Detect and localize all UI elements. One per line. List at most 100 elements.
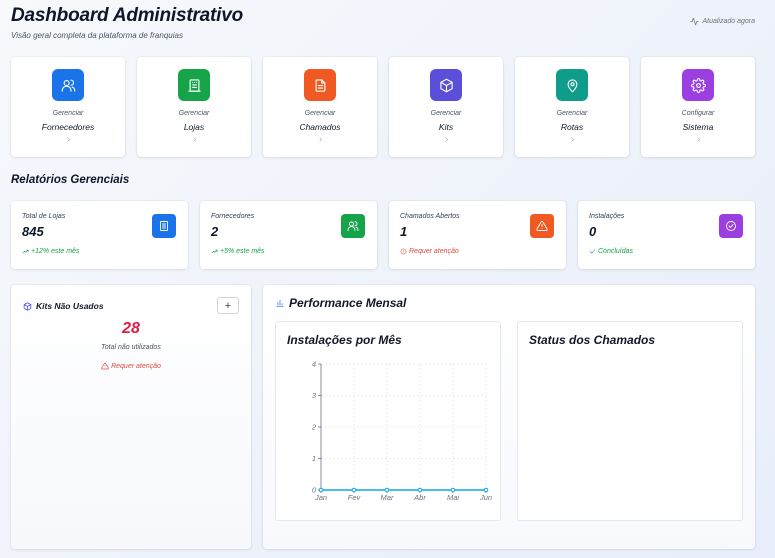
x-tick-label: Jan [314, 493, 327, 502]
quick-icon-box [304, 69, 336, 101]
document-icon [315, 78, 325, 92]
quick-action-target: Sistema [682, 122, 714, 132]
stat-value: 845 [22, 224, 44, 239]
alert-triangle-icon [536, 221, 548, 231]
stat-icon-box [719, 214, 743, 238]
y-tick-label: 2 [311, 423, 317, 432]
quick-action-target: Rotas [560, 122, 584, 132]
kits-count: 28 [122, 320, 140, 337]
stat-label: Fornecedores [211, 213, 255, 220]
quick-action-target: Lojas [183, 122, 205, 132]
kits-title: Kits Não Usados [23, 301, 104, 311]
stat-foot-text: +5% este mês [220, 248, 265, 255]
performance-card: Performance Mensal Instalações por Mês 0… [263, 285, 755, 549]
page-title: Dashboard Administrativo [11, 5, 244, 26]
kits-warning: Requer atenção [11, 362, 251, 370]
chevron-right-icon [444, 137, 448, 142]
stat-foot-text: Concluídas [598, 248, 634, 255]
stat-icon-box [341, 214, 365, 238]
alert-triangle-icon [101, 362, 109, 370]
installations-line-chart: 01234Jan Fev Mar Abr Mai Jun [311, 360, 492, 503]
chevron-right-icon [318, 137, 322, 142]
section-title-reports: Relatórios Gerenciais [11, 174, 130, 186]
quick-action-sistema[interactable]: Configurar Sistema [641, 57, 755, 157]
data-point [450, 487, 456, 493]
quick-action-target: Fornecedores [41, 122, 95, 132]
building-icon [160, 221, 168, 231]
tickets-status-title: Status dos Chamados [529, 333, 656, 347]
stat-card-lojas[interactable]: Total de Lojas 845 +12% este mês [11, 201, 188, 269]
quick-action-verb: Gerenciar [556, 110, 588, 117]
activity-icon [690, 17, 700, 26]
x-tick-label: Jun [479, 493, 492, 502]
stat-foot-text: +12% este mês [31, 248, 80, 255]
stat-card-instalacoes[interactable]: Instalações 0 Concluídas [578, 201, 755, 269]
stat-icon-box [530, 214, 554, 238]
stat-foot-text: Requer atenção [409, 248, 459, 255]
stat-icon-box [152, 214, 176, 238]
chevron-right-icon [66, 137, 70, 142]
quick-action-verb: Gerenciar [304, 110, 336, 117]
check-icon [589, 249, 596, 254]
package-icon [23, 301, 32, 311]
kits-card: Kits Não Usados + 28 Total não utilizado… [11, 285, 251, 549]
quick-action-target: Kits [438, 122, 454, 132]
chevron-right-icon [192, 137, 196, 142]
updated-status: Atualizado agora [690, 17, 755, 26]
quick-action-kits[interactable]: Gerenciar Kits [389, 57, 503, 157]
users-icon [61, 79, 75, 92]
package-icon [439, 78, 453, 92]
quick-icon-box [430, 69, 462, 101]
quick-icon-box [682, 69, 714, 101]
stat-card-chamados[interactable]: Chamados Abertos 1 Requer atenção [389, 201, 566, 269]
quick-action-verb: Gerenciar [178, 110, 210, 117]
data-point [318, 487, 324, 493]
quick-icon-box [556, 69, 588, 101]
building-icon [187, 78, 201, 92]
add-kit-button[interactable]: + [217, 297, 239, 314]
stat-foot: Requer atenção [400, 248, 459, 255]
installations-chart-panel: Instalações por Mês 0 1 2 3 4 Jan Fev Mar Abr Mai… [275, 321, 501, 521]
x-tick-label: Abr [413, 493, 426, 502]
data-point [483, 487, 489, 493]
quick-actions: Gerenciar Fornecedores Gerenciar Lojas G… [11, 57, 766, 157]
stat-foot: +12% este mês [22, 248, 79, 255]
stat-foot: +5% este mês [211, 248, 265, 255]
updated-label: Atualizado agora [702, 18, 755, 25]
quick-action-verb: Gerenciar [52, 110, 84, 117]
quick-action-fornecedores[interactable]: Gerenciar Fornecedores [11, 57, 125, 157]
quick-icon-box [178, 69, 210, 101]
tickets-status-panel: Status dos Chamados [517, 321, 743, 521]
performance-title-text: Performance Mensal [289, 296, 407, 310]
y-tick-label: 1 [312, 454, 316, 463]
x-tick-label: Mai [447, 493, 459, 502]
quick-action-lojas[interactable]: Gerenciar Lojas [137, 57, 251, 157]
stat-label: Chamados Abertos [400, 213, 460, 220]
quick-action-target: Chamados [299, 122, 341, 132]
page-header: Dashboard Administrativo Visão geral com… [11, 5, 755, 45]
trend-up-icon [22, 249, 29, 254]
stats-row: Total de Lojas 845 +12% este mês Fornece… [11, 201, 766, 269]
quick-action-rotas[interactable]: Gerenciar Rotas [515, 57, 629, 157]
quick-action-chamados[interactable]: Gerenciar Chamados [263, 57, 377, 157]
gear-icon [690, 77, 706, 93]
stat-label: Total de Lojas [22, 213, 66, 220]
kits-title-text: Kits Não Usados [36, 301, 104, 311]
x-tick-label: Fev [348, 493, 362, 502]
users-icon [347, 221, 359, 231]
stat-card-fornecedores[interactable]: Fornecedores 2 +5% este mês [200, 201, 377, 269]
kits-caption: Total não utilizados [101, 344, 161, 351]
check-circle-icon [726, 221, 736, 231]
quick-action-verb: Gerenciar [430, 110, 462, 117]
data-point [417, 487, 423, 493]
quick-icon-box [52, 69, 84, 101]
stat-value: 2 [211, 224, 219, 239]
map-pin-icon [567, 78, 577, 92]
x-tick-label: Mar [381, 493, 394, 502]
kits-warning-text: Requer atenção [111, 362, 161, 370]
stat-value: 1 [400, 224, 408, 239]
page-subtitle: Visão geral completa da plataforma de fr… [11, 31, 183, 40]
stat-label: Instalações [589, 213, 625, 220]
alert-circle-icon [400, 248, 407, 255]
quick-action-verb: Configurar [681, 110, 715, 117]
